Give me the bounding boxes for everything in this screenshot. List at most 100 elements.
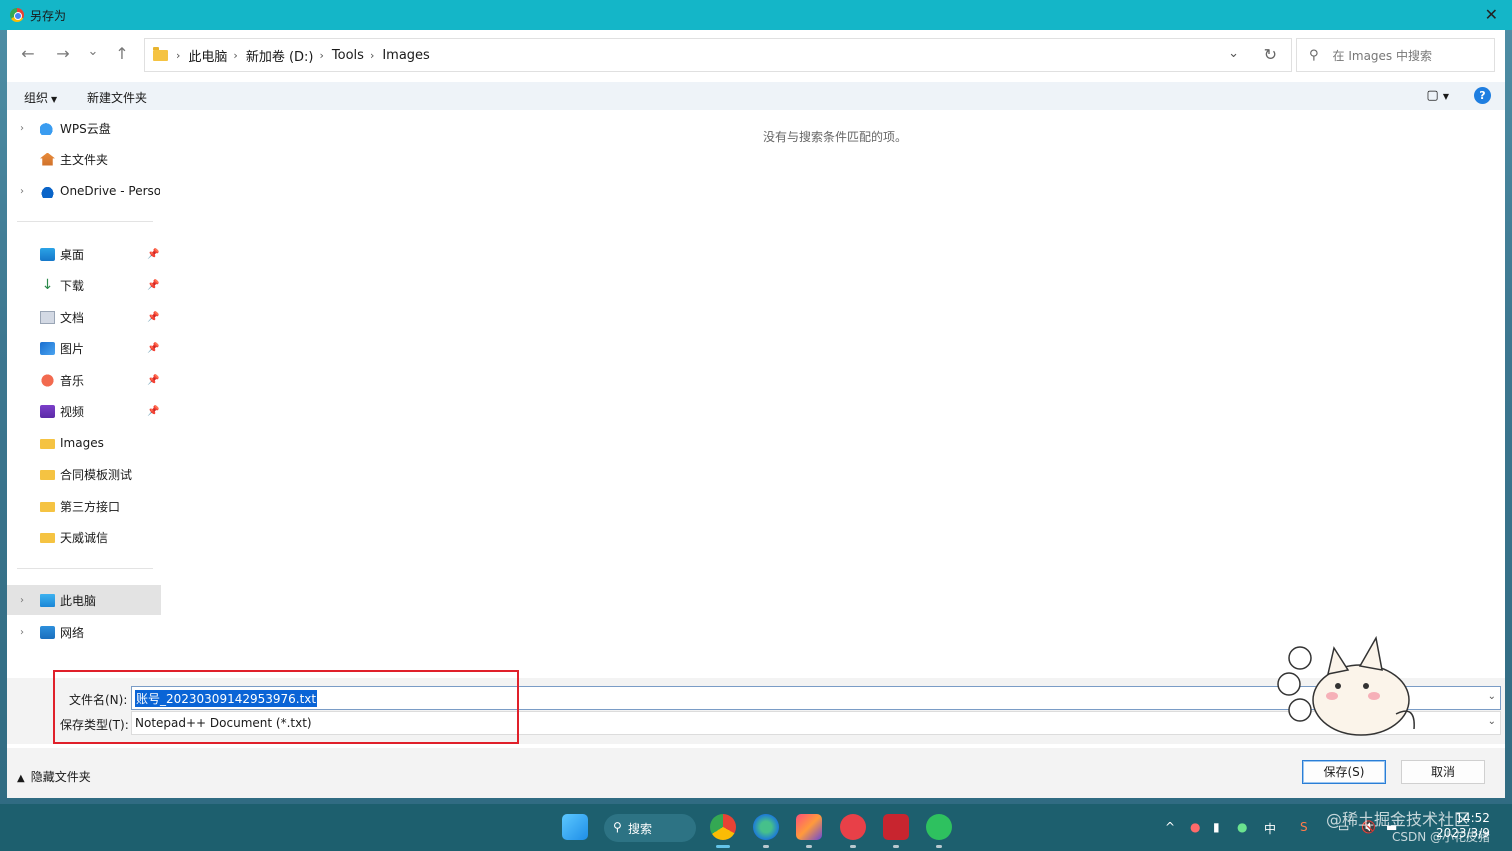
watermark-juejin: @稀土掘金技术社区 — [1326, 810, 1471, 829]
expand-icon[interactable]: › — [20, 186, 24, 197]
help-icon[interactable]: ? — [1474, 87, 1491, 104]
sidebar-item-desktop[interactable]: 桌面 📌 — [7, 239, 161, 269]
chevron-down-icon[interactable]: ⌄ — [1488, 716, 1496, 727]
breadcrumb-separator[interactable]: › — [370, 49, 374, 62]
redis-icon[interactable] — [883, 814, 909, 840]
expand-icon[interactable]: › — [20, 123, 24, 134]
video-icon — [40, 404, 55, 418]
highlight-annotation-box — [53, 670, 519, 744]
pictures-icon — [40, 341, 55, 355]
refresh-icon[interactable]: ↻ — [1264, 45, 1277, 64]
breadcrumb-separator[interactable]: › — [320, 49, 324, 62]
sidebar-item-label: 主文件夹 — [60, 152, 109, 167]
expand-icon[interactable]: › — [20, 627, 24, 638]
breadcrumb-tools[interactable]: Tools — [332, 48, 364, 63]
folder-icon — [40, 470, 55, 480]
folder-icon — [153, 46, 168, 61]
sidebar-item-this-pc[interactable]: › 此电脑 — [7, 585, 161, 615]
organize-label: 组织 — [24, 91, 49, 105]
pin-icon: 📌 — [147, 248, 160, 260]
chrome-icon[interactable] — [710, 814, 736, 840]
hide-folders-label: 隐藏文件夹 — [30, 770, 91, 784]
intellij-icon[interactable] — [796, 814, 822, 840]
forward-arrow-icon[interactable]: → — [51, 44, 75, 63]
chevron-up-icon: ▲ — [17, 773, 25, 784]
running-indicator — [763, 845, 769, 848]
search-placeholder[interactable]: 在 Images 中搜索 — [1333, 47, 1432, 64]
running-indicator — [806, 845, 812, 848]
sidebar-item-label: 图片 — [60, 341, 85, 356]
recent-locations-icon[interactable]: ⌄ — [81, 44, 105, 59]
pin-icon: 📌 — [147, 374, 160, 386]
wechat-icon[interactable] — [926, 814, 952, 840]
breadcrumb-separator: › — [176, 48, 181, 62]
app-icon[interactable] — [840, 814, 866, 840]
taskbar-search[interactable]: ⚲ 搜索 — [604, 814, 696, 842]
running-indicator — [936, 845, 942, 848]
chrome-app-icon — [10, 8, 24, 22]
sidebar-item-folder[interactable]: Images — [7, 428, 161, 458]
start-menu-icon[interactable] — [562, 814, 588, 840]
sidebar-item-home[interactable]: 主文件夹 — [7, 144, 161, 174]
empty-folder-message: 没有与搜索条件匹配的项。 — [763, 130, 908, 144]
search-icon: ⚲ — [613, 820, 622, 834]
breadcrumb-drive-d[interactable]: 新加卷 (D:) — [246, 46, 314, 65]
ime-indicator[interactable]: 中 — [1264, 820, 1276, 837]
sidebar-item-folder[interactable]: 合同模板测试 — [7, 459, 161, 489]
sidebar-item-onedrive[interactable]: › OneDrive - Personal — [7, 176, 161, 206]
expand-icon[interactable]: › — [20, 595, 24, 606]
sidebar-item-label: WPS云盘 — [60, 121, 111, 136]
divider — [17, 568, 153, 569]
search-box[interactable]: ⚲ 在 Images 中搜索 — [1296, 38, 1495, 72]
window-title: 另存为 — [30, 8, 67, 23]
sidebar-item-label: 视频 — [60, 404, 85, 419]
sidebar-item-wps-cloud[interactable]: › WPS云盘 — [7, 113, 161, 143]
folder-icon — [40, 533, 55, 543]
sidebar-item-folder[interactable]: 天威诚信 — [7, 522, 161, 552]
back-arrow-icon[interactable]: ← — [16, 44, 40, 63]
active-indicator — [716, 845, 730, 848]
breadcrumb-images[interactable]: Images — [382, 48, 430, 63]
sidebar-item-label: 合同模板测试 — [60, 467, 133, 482]
navigation-row: ← → ⌄ ↑ › 此电脑 › 新加卷 (D:) › Tools › Image… — [7, 38, 1505, 72]
caret-down-icon: ▼ — [51, 95, 58, 104]
sidebar-item-label: 文档 — [60, 310, 85, 325]
sidebar-item-documents[interactable]: 文档 📌 — [7, 302, 161, 332]
sidebar-item-videos[interactable]: 视频 📌 — [7, 396, 161, 426]
sidebar-item-label: 此电脑 — [60, 593, 97, 608]
wps-cloud-icon — [40, 121, 55, 135]
chevron-down-icon[interactable]: ⌄ — [1488, 691, 1496, 702]
tray-app-icon[interactable]: ● — [1190, 820, 1200, 834]
breadcrumb-this-pc[interactable]: 此电脑 — [188, 46, 227, 65]
download-icon: ↓ — [41, 276, 54, 293]
dialog-footer: ▲ 隐藏文件夹 保存(S) 取消 — [7, 748, 1505, 798]
tray-bookmark-icon[interactable]: ▮ — [1213, 820, 1220, 834]
cancel-button[interactable]: 取消 — [1401, 760, 1485, 784]
sidebar-item-network[interactable]: › 网络 — [7, 617, 161, 647]
sidebar-item-folder[interactable]: 第三方接口 — [7, 491, 161, 521]
sidebar-item-pictures[interactable]: 图片 📌 — [7, 333, 161, 363]
organize-menu[interactable]: 组织 ▼ — [24, 89, 57, 106]
network-icon — [40, 625, 55, 639]
tray-wechat-icon[interactable]: ● — [1237, 820, 1247, 834]
pin-icon: 📌 — [147, 405, 160, 417]
pin-icon: 📌 — [147, 279, 160, 291]
new-folder-button[interactable]: 新建文件夹 — [87, 89, 147, 106]
sidebar-item-label: 第三方接口 — [60, 499, 121, 514]
tray-sogou-icon[interactable]: S — [1300, 820, 1308, 834]
chevron-down-icon[interactable]: ⌄ — [1228, 46, 1239, 61]
address-bar[interactable]: › 此电脑 › 新加卷 (D:) › Tools › Images ⌄ ↻ — [144, 38, 1292, 72]
up-arrow-icon[interactable]: ↑ — [110, 44, 134, 63]
edge-icon[interactable] — [753, 814, 779, 840]
sidebar-item-music[interactable]: 音乐 📌 — [7, 365, 161, 395]
folder-icon — [40, 439, 55, 449]
sidebar-item-downloads[interactable]: ↓ 下载 📌 — [7, 270, 161, 300]
close-icon[interactable]: ✕ — [1485, 5, 1498, 24]
breadcrumb-separator[interactable]: › — [233, 49, 237, 62]
hide-folders-toggle[interactable]: ▲ 隐藏文件夹 — [17, 768, 91, 785]
sidebar-item-label: OneDrive - Personal — [60, 184, 160, 198]
search-icon: ⚲ — [1309, 47, 1319, 63]
chevron-up-icon[interactable]: ^ — [1165, 820, 1175, 834]
view-options-icon[interactable]: ▢ ▼ — [1426, 88, 1449, 103]
save-button[interactable]: 保存(S) — [1302, 760, 1386, 784]
